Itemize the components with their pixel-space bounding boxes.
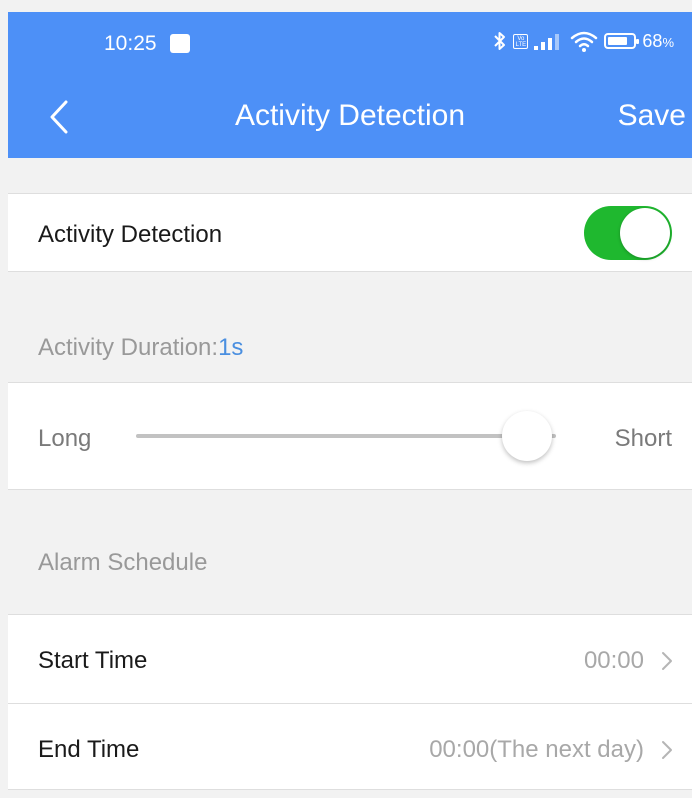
slider-long-label: Long [38,425,92,452]
end-time-label: End Time [38,736,140,763]
activity-detection-label: Activity Detection [38,221,223,248]
activity-duration-label: Activity Duration: [38,334,219,361]
page-title: Activity Detection [234,99,466,132]
nav-bar: Activity Detection Save [8,74,692,158]
bluetooth-icon [494,32,506,50]
volte-icon: Vo LTE [513,33,529,49]
notification-square-icon [170,34,190,53]
end-time-row[interactable]: End Time 00:00(The next day) [8,703,692,790]
wifi-icon [571,31,598,52]
chevron-right-icon [662,652,672,670]
toggle-knob [620,208,670,258]
start-time-row[interactable]: Start Time 00:00 [8,614,692,704]
battery-percent: 68% [642,30,674,51]
start-time-value: 00:00 [583,647,644,674]
activity-detection-row: Activity Detection [8,193,692,272]
activity-detection-toggle[interactable] [584,206,672,260]
status-time: 10:25 [104,32,157,55]
status-icons: Vo LTE 68% [493,30,674,52]
battery-icon [604,33,640,49]
chevron-right-icon [662,741,672,759]
activity-duration-value: 1s [218,334,244,361]
duration-slider-track[interactable] [136,434,556,438]
status-bar: 10:25 Vo LTE 68% [8,12,692,74]
slider-short-label: Short [614,425,672,452]
duration-slider-thumb[interactable] [501,411,552,461]
activity-duration-header: Activity Duration:1s [38,334,243,362]
alarm-schedule-header: Alarm Schedule [38,549,208,576]
save-button[interactable]: Save [618,99,686,133]
start-time-label: Start Time [38,647,148,674]
signal-icon [534,34,560,50]
end-time-value: 00:00(The next day) [429,736,644,763]
duration-slider-row: Long Short [8,382,692,490]
